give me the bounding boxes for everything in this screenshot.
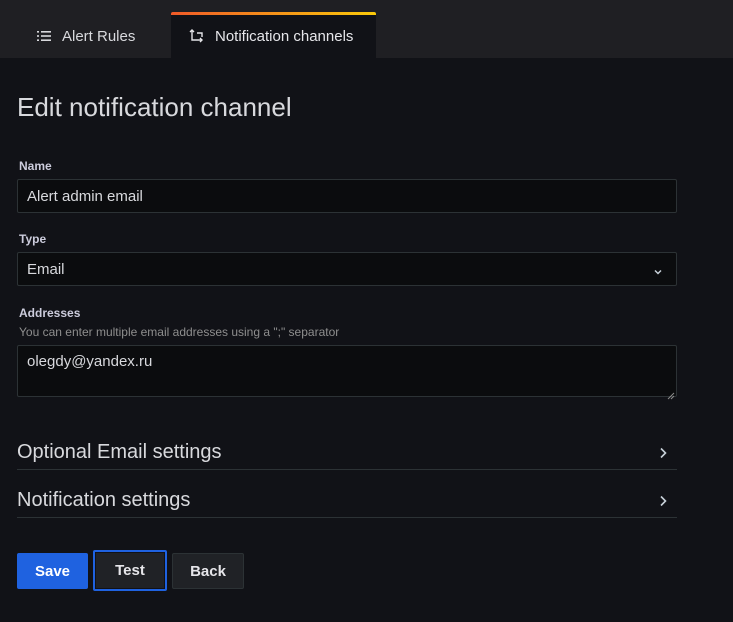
page-title: Edit notification channel (17, 92, 292, 122)
chevron-right-icon (657, 446, 669, 460)
name-input[interactable]: Alert admin email (17, 179, 677, 213)
tab-alert-rules-label: Alert Rules (62, 27, 136, 45)
addresses-description: You can enter multiple email addresses u… (19, 325, 340, 339)
tab-notification-channels-label: Notification channels (215, 27, 354, 45)
type-select[interactable]: Email (17, 252, 677, 286)
tab-bar: Alert Rules Notification channels (0, 0, 733, 58)
notification-settings-title: Notification settings (17, 489, 191, 511)
active-tab-indicator (171, 12, 376, 15)
addresses-textarea[interactable]: olegdy@yandex.ru (17, 345, 677, 400)
addresses-label: Addresses (19, 306, 81, 320)
type-label: Type (19, 232, 47, 246)
tab-notification-channels[interactable]: Notification channels (171, 12, 376, 58)
name-input-value: Alert admin email (27, 187, 143, 205)
comment-alt-share-icon (189, 28, 205, 44)
chevron-right-icon (657, 494, 669, 508)
notification-settings-section[interactable]: Notification settings (17, 484, 677, 518)
tab-alert-rules[interactable]: Alert Rules (36, 14, 135, 58)
addresses-textarea-value: olegdy@yandex.ru (27, 353, 153, 370)
optional-email-settings-title: Optional Email settings (17, 441, 222, 463)
save-button[interactable]: Save (17, 553, 88, 589)
back-button[interactable]: Back (172, 553, 244, 589)
list-icon (36, 28, 52, 44)
optional-email-settings-section[interactable]: Optional Email settings (17, 436, 677, 470)
chevron-down-icon (653, 264, 663, 275)
resize-handle-icon[interactable] (667, 387, 675, 400)
test-button[interactable]: Test (93, 550, 167, 591)
type-select-value: Email (27, 260, 65, 278)
name-label: Name (19, 159, 52, 173)
